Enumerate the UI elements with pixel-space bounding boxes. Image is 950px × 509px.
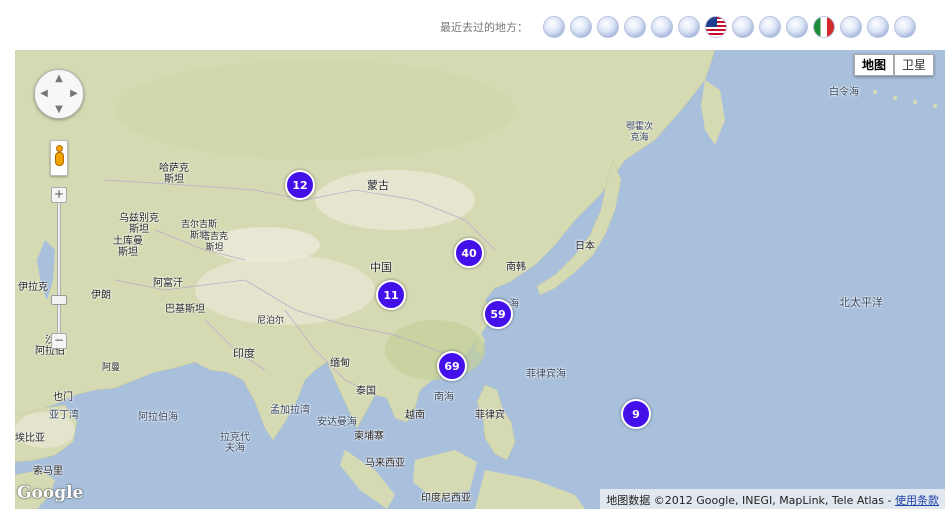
gobi-desert	[315, 170, 475, 230]
seal-icon[interactable]	[732, 16, 754, 38]
italy-flag-icon[interactable]	[813, 16, 835, 38]
recent-places-bar: 最近去过的地方：	[0, 0, 950, 50]
label-india: 印度	[233, 347, 255, 360]
seal-icon[interactable]	[867, 16, 889, 38]
label-pakistan: 巴基斯坦	[165, 304, 205, 315]
seal-icon[interactable]	[759, 16, 781, 38]
seal-icon[interactable]	[570, 16, 592, 38]
label-thailand: 泰国	[356, 386, 376, 397]
seal-icon[interactable]	[624, 16, 646, 38]
seal-icon[interactable]	[678, 16, 700, 38]
terms-of-use-link[interactable]: 使用条款	[895, 494, 939, 507]
label-iraq: 伊拉克	[18, 282, 48, 293]
label-indonesia: 印度尼西亚	[421, 493, 471, 504]
label-nepal: 尼泊尔	[257, 316, 285, 326]
label-okhotsk-sea: 鄂霍次 克海	[626, 122, 654, 143]
cluster-marker-9[interactable]: 9	[621, 399, 651, 429]
seal-icon[interactable]	[840, 16, 862, 38]
label-bay-of-bengal: 孟加拉湾	[270, 405, 310, 416]
label-somalia: 索马里	[33, 466, 63, 477]
label-andaman-sea: 安达曼海	[317, 417, 357, 428]
us-flag-icon[interactable]	[705, 16, 727, 38]
label-vietnam: 越南	[405, 410, 425, 421]
map-type-map-button[interactable]: 地图	[854, 54, 895, 76]
cluster-marker-69[interactable]: 69	[437, 351, 467, 381]
recent-places-label: 最近去过的地方：	[440, 21, 528, 34]
map-type-satellite-button[interactable]: 卫星	[894, 54, 935, 76]
label-yemen: 也门	[53, 392, 73, 403]
map-type-control: 地图 卫星	[854, 54, 935, 76]
pan-right-icon[interactable]: ▶	[68, 89, 80, 99]
label-uzbekistan: 乌兹别克 斯坦	[119, 213, 159, 235]
pan-control[interactable]: ▲ ▼ ◀ ▶	[34, 69, 84, 119]
label-turkmenistan: 土库曼 斯坦	[113, 236, 143, 258]
label-oman: 阿曼	[102, 363, 121, 373]
label-china: 中国	[370, 261, 392, 274]
label-south-korea: 南韩	[506, 262, 526, 273]
tibet-plateau	[195, 255, 375, 325]
seal-icon[interactable]	[786, 16, 808, 38]
map-canvas[interactable]: 哈萨克 斯坦 蒙古 乌兹别克 斯坦 吉尔吉斯 斯坦 土库曼 斯坦 塔吉克 斯坦 …	[15, 50, 945, 509]
label-myanmar: 缅甸	[330, 358, 350, 369]
label-philippine-sea: 菲律宾海	[526, 369, 566, 380]
label-gulf-of-aden: 亚丁湾	[49, 410, 79, 421]
zoom-slider-thumb[interactable]	[51, 295, 67, 305]
street-view-pegman-icon[interactable]	[50, 140, 68, 176]
label-tajikistan: 塔吉克 斯坦	[201, 232, 229, 253]
label-north-pacific: 北太平洋	[839, 296, 883, 309]
siberia-green	[115, 60, 515, 160]
label-kazakhstan: 哈萨克 斯坦	[159, 163, 189, 185]
cluster-marker-59[interactable]: 59	[483, 299, 513, 329]
zoom-slider-track[interactable]	[57, 195, 61, 335]
pan-down-icon[interactable]: ▼	[53, 105, 65, 115]
label-malaysia: 马来西亚	[365, 458, 405, 469]
label-iran: 伊朗	[91, 290, 111, 301]
seal-icon[interactable]	[651, 16, 673, 38]
label-arabian-sea: 阿拉伯海	[138, 412, 178, 423]
label-philippines: 菲律宾	[475, 410, 505, 421]
cluster-marker-11[interactable]: 11	[376, 280, 406, 310]
cluster-marker-12[interactable]: 12	[285, 170, 315, 200]
pan-up-icon[interactable]: ▲	[53, 74, 65, 84]
label-south-china-sea: 南海	[434, 392, 454, 403]
seal-icon[interactable]	[543, 16, 565, 38]
cluster-marker-40[interactable]: 40	[454, 238, 484, 268]
attribution-text: 地图数据 ©2012 Google, INEGI, MapLink, Tele …	[606, 494, 895, 507]
pan-left-icon[interactable]: ◀	[38, 89, 50, 99]
map-attribution: 地图数据 ©2012 Google, INEGI, MapLink, Tele …	[600, 489, 945, 509]
label-bering-sea: 白令海	[829, 87, 859, 98]
seal-icon[interactable]	[894, 16, 916, 38]
label-laccadive-sea: 拉克代 夫海	[220, 432, 250, 454]
label-cambodia: 柬埔寨	[354, 431, 384, 442]
zoom-in-button[interactable]: +	[51, 187, 67, 203]
label-afghanistan: 阿富汗	[153, 278, 183, 289]
google-logo[interactable]: Google	[17, 483, 83, 503]
label-japan: 日本	[575, 241, 595, 252]
seal-icon[interactable]	[597, 16, 619, 38]
zoom-out-button[interactable]: −	[51, 333, 67, 349]
label-mongolia: 蒙古	[367, 179, 389, 192]
label-ethiopia: 埃比亚	[15, 433, 45, 444]
